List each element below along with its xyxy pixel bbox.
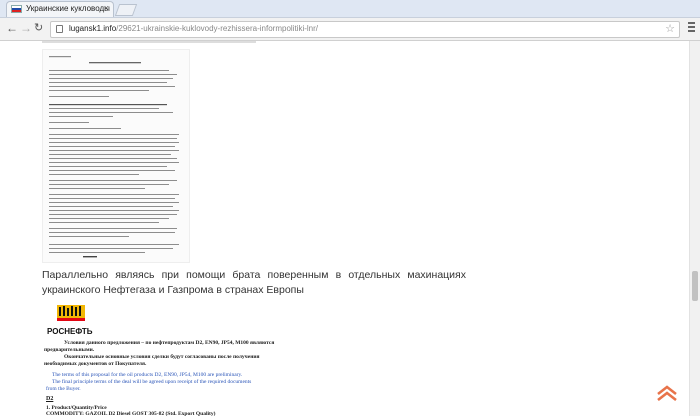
url-host: lugansk1.info: [69, 24, 117, 33]
page-content: Параллельно являясь при помощи брата пов…: [0, 41, 700, 419]
address-bar[interactable]: lugansk1.info/29621-ukrainskie-kuklovody…: [50, 21, 680, 38]
star-icon[interactable]: ☆: [665, 22, 675, 35]
reload-icon[interactable]: ↻: [34, 21, 43, 35]
scrollbar-thumb[interactable]: [692, 271, 698, 301]
rosneft-logo-icon: [57, 305, 85, 321]
en-line-1: The terms of this proposal for the oil p…: [52, 372, 243, 378]
image-bottom-edge: [42, 41, 256, 43]
ru-line-1: Условия данного предложения – по нефтепр…: [64, 340, 275, 346]
ukraine-flag-icon: [11, 5, 22, 13]
ru-line-3: Окончательные основные условия сделки бу…: [64, 354, 260, 360]
scroll-to-top-icon[interactable]: [656, 385, 678, 401]
new-tab-button[interactable]: [114, 4, 138, 16]
scanned-letter-text-lines: [49, 56, 179, 258]
section-heading: D2: [46, 396, 54, 402]
browser-toolbar: ← → ↻ lugansk1.info/29621-ukrainskie-kuk…: [0, 18, 700, 41]
hamburger-menu-icon[interactable]: [688, 22, 695, 34]
arrow-right-icon[interactable]: →: [20, 21, 32, 35]
rosneft-document-image: РОСНЕФТЬ Условия данного предложения – п…: [42, 299, 292, 419]
en-line-2: The final principle terms of the deal wi…: [52, 379, 252, 385]
tab-strip: Украинские кукловоды ×: [0, 0, 700, 18]
tab-close-icon[interactable]: ×: [104, 3, 109, 13]
tab-title: Украинские кукловоды: [26, 4, 110, 13]
ru-line-4: необходимых документов от Покупателя.: [44, 361, 147, 367]
en-line-3: from the Buyer.: [46, 386, 81, 392]
vertical-scrollbar[interactable]: [689, 41, 700, 416]
ru-line-2: предварительными.: [44, 347, 95, 353]
scanned-letter-image: [42, 49, 190, 263]
browser-tab[interactable]: Украинские кукловоды ×: [6, 1, 114, 17]
url-text[interactable]: lugansk1.info/29621-ukrainskie-kuklovody…: [69, 24, 318, 33]
logo-wordmark: РОСНЕФТЬ: [47, 327, 93, 336]
arrow-left-icon[interactable]: ←: [6, 21, 18, 35]
article-paragraph: Параллельно являясь при помощи брата пов…: [42, 269, 466, 296]
spec-line-2: COMMODITY: GAZOIL D2 Diesel GOST 305-82 …: [46, 411, 216, 417]
rosneft-logo: РОСНЕФТЬ: [47, 305, 95, 341]
page-info-icon[interactable]: [56, 25, 63, 33]
url-path: /29621-ukrainskie-kuklovody-rezhissera-i…: [116, 24, 319, 33]
